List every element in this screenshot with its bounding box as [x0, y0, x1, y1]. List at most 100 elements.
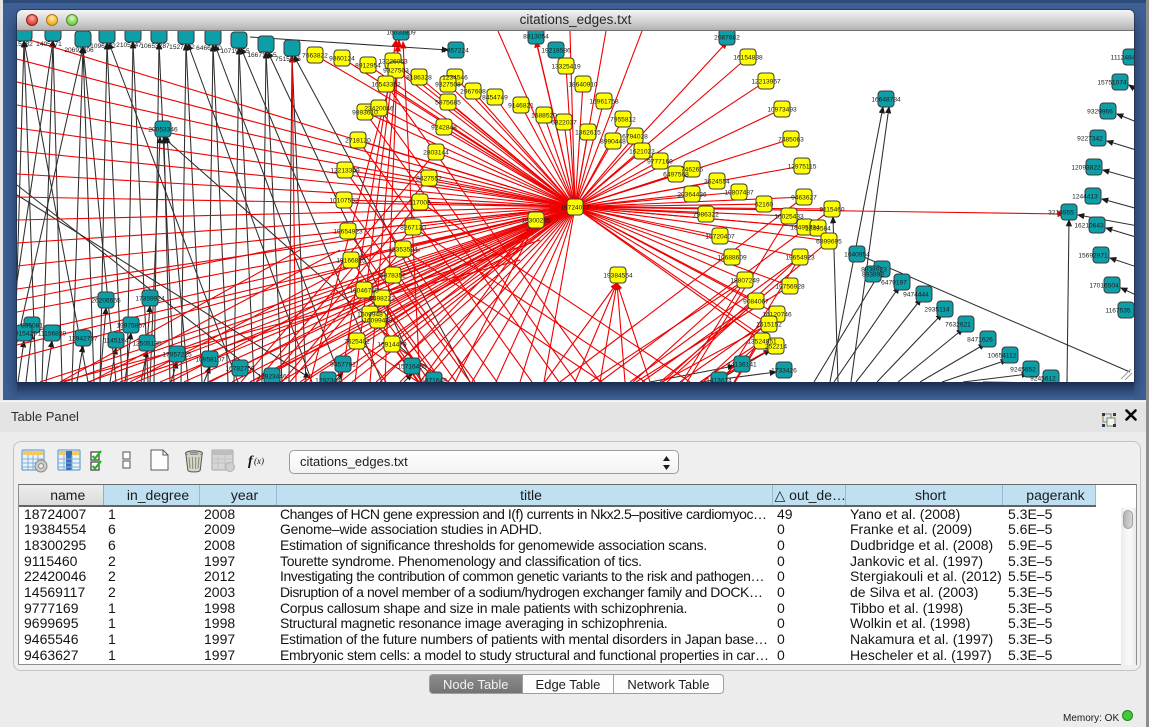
svg-text:2935114: 2935114 [924, 307, 950, 314]
svg-text:1244413: 1244413 [1072, 194, 1098, 201]
svg-text:9860124: 9860124 [329, 56, 355, 63]
svg-text:18640910: 18640910 [568, 82, 598, 89]
svg-text:9777169: 9777169 [647, 159, 673, 166]
svg-text:12093822: 12093822 [1071, 165, 1101, 172]
svg-text:12505135: 12505135 [132, 341, 162, 348]
svg-text:1849584: 1849584 [805, 226, 831, 233]
svg-text:7485063: 7485063 [778, 137, 804, 144]
svg-text:1615152: 1615152 [756, 322, 782, 329]
svg-text:10973493: 10973493 [767, 107, 797, 114]
svg-text:16120746: 16120746 [762, 312, 792, 319]
svg-text:19654923: 19654923 [333, 229, 363, 236]
svg-text:1145194: 1145194 [103, 338, 129, 345]
svg-text:13226053: 13226053 [378, 59, 408, 66]
svg-text:1733426: 1733426 [771, 368, 797, 375]
svg-text:9242848: 9242848 [431, 125, 457, 132]
svg-text:1588520: 1588520 [531, 113, 557, 120]
svg-text:8454749: 8454749 [482, 95, 508, 102]
svg-text:8912954: 8912954 [355, 63, 381, 70]
svg-text:2803144: 2803144 [423, 150, 449, 157]
svg-text:10719155: 10719155 [220, 48, 250, 55]
svg-text:16033809: 16033809 [386, 31, 416, 37]
svg-text:6899695: 6899695 [816, 239, 842, 246]
svg-text:1640954: 1640954 [844, 252, 870, 259]
svg-text:10654112: 10654112 [988, 353, 1017, 360]
svg-text:10688609: 10688609 [717, 255, 747, 262]
svg-text:6466160: 6466160 [196, 45, 222, 52]
svg-text:19166825: 19166825 [336, 258, 366, 265]
svg-text:9457791: 9457791 [330, 362, 356, 369]
svg-text:16671355: 16671355 [247, 52, 277, 59]
svg-text:13325419: 13325419 [551, 64, 581, 71]
svg-text:19975867: 19975867 [116, 323, 146, 330]
svg-text:11156829: 11156829 [38, 331, 67, 338]
svg-text:9329966: 9329966 [1087, 109, 1113, 116]
svg-text:26206555: 26206555 [91, 298, 121, 305]
svg-text:20364436: 20364436 [677, 192, 707, 199]
svg-text:62160: 62160 [755, 202, 774, 209]
svg-text:15720407: 15720407 [705, 234, 735, 241]
svg-text:1167535: 1167535 [1105, 308, 1131, 315]
svg-text:7986322: 7986322 [693, 212, 719, 219]
svg-text:16099489: 16099489 [363, 318, 393, 325]
svg-text:6479197: 6479197 [881, 280, 907, 287]
svg-text:17016504: 17016504 [1089, 283, 1119, 290]
svg-text:19756928: 19756928 [775, 284, 805, 291]
svg-text:7632621: 7632621 [945, 322, 971, 329]
svg-text:7663822: 7663822 [302, 53, 328, 60]
svg-text:9327508: 9327508 [435, 82, 461, 89]
svg-text:2718120: 2718120 [345, 138, 371, 145]
svg-text:8186328: 8186328 [406, 75, 432, 82]
svg-text:19218586: 19218586 [541, 48, 571, 55]
svg-text:7857224: 7857224 [443, 48, 469, 55]
svg-text:18300295: 18300295 [521, 218, 551, 225]
svg-text:1405571: 1405571 [36, 41, 62, 48]
svg-text:18807249: 18807249 [730, 278, 760, 285]
svg-text:7515526: 7515526 [275, 56, 301, 63]
svg-text:7625402: 7625402 [344, 339, 370, 346]
svg-text:8267130: 8267130 [400, 225, 426, 232]
svg-text:16210643: 16210643 [1074, 223, 1104, 230]
svg-text:835081: 835081 [21, 323, 43, 330]
svg-text:2105347: 2105347 [116, 42, 142, 49]
svg-text:9245652: 9245652 [1010, 367, 1036, 374]
svg-text:9227342: 9227342 [1077, 136, 1103, 143]
svg-text:12213369: 12213369 [330, 168, 360, 175]
svg-text:5875685: 5875685 [435, 100, 461, 107]
svg-text:2087682: 2087682 [714, 35, 740, 42]
svg-text:3624554: 3624554 [704, 179, 730, 186]
svg-text:1362615: 1362615 [575, 130, 601, 137]
svg-text:8813054: 8813054 [523, 34, 549, 41]
svg-text:12942737: 12942737 [68, 336, 98, 343]
svg-text:16961758: 16961758 [589, 99, 619, 106]
svg-text:17359924: 17359924 [135, 296, 165, 303]
svg-text:19384554: 19384554 [603, 273, 633, 280]
svg-text:16046755: 16046755 [349, 288, 379, 295]
svg-text:117006: 117006 [409, 200, 431, 207]
svg-text:16543362: 16543362 [371, 82, 401, 89]
svg-text:14136141: 14136141 [727, 362, 757, 369]
svg-text:10653287: 10653287 [140, 43, 170, 50]
svg-text:10807487: 10807487 [724, 190, 754, 197]
svg-text:252214: 252214 [765, 344, 787, 351]
svg-text:15692971: 15692971 [1078, 253, 1108, 260]
svg-text:9115460: 9115460 [819, 207, 845, 214]
svg-text:8471626: 8471626 [967, 337, 993, 344]
svg-text:16782759: 16782759 [225, 366, 255, 373]
svg-text:8427552: 8427552 [416, 176, 442, 183]
svg-text:12923446: 12923446 [257, 374, 287, 381]
svg-text:9463627: 9463627 [791, 195, 817, 202]
svg-text:1621022: 1621022 [629, 149, 655, 156]
svg-text:16914479: 16914479 [377, 342, 407, 349]
svg-text:3215955: 3215955 [1048, 210, 1074, 217]
svg-text:20053346: 20053346 [148, 127, 178, 134]
svg-text:9084067: 9084067 [743, 299, 769, 306]
svg-text:746266: 746266 [681, 167, 703, 174]
svg-text:(x): (x) [254, 456, 264, 466]
svg-text:16154838: 16154838 [733, 55, 763, 62]
svg-text:17957225: 17957225 [162, 352, 192, 359]
svg-text:893892: 893892 [862, 272, 884, 279]
svg-text:19654923: 19654923 [785, 255, 815, 262]
svg-text:3915482: 3915482 [17, 41, 33, 48]
svg-text:9146821: 9146821 [508, 103, 534, 110]
